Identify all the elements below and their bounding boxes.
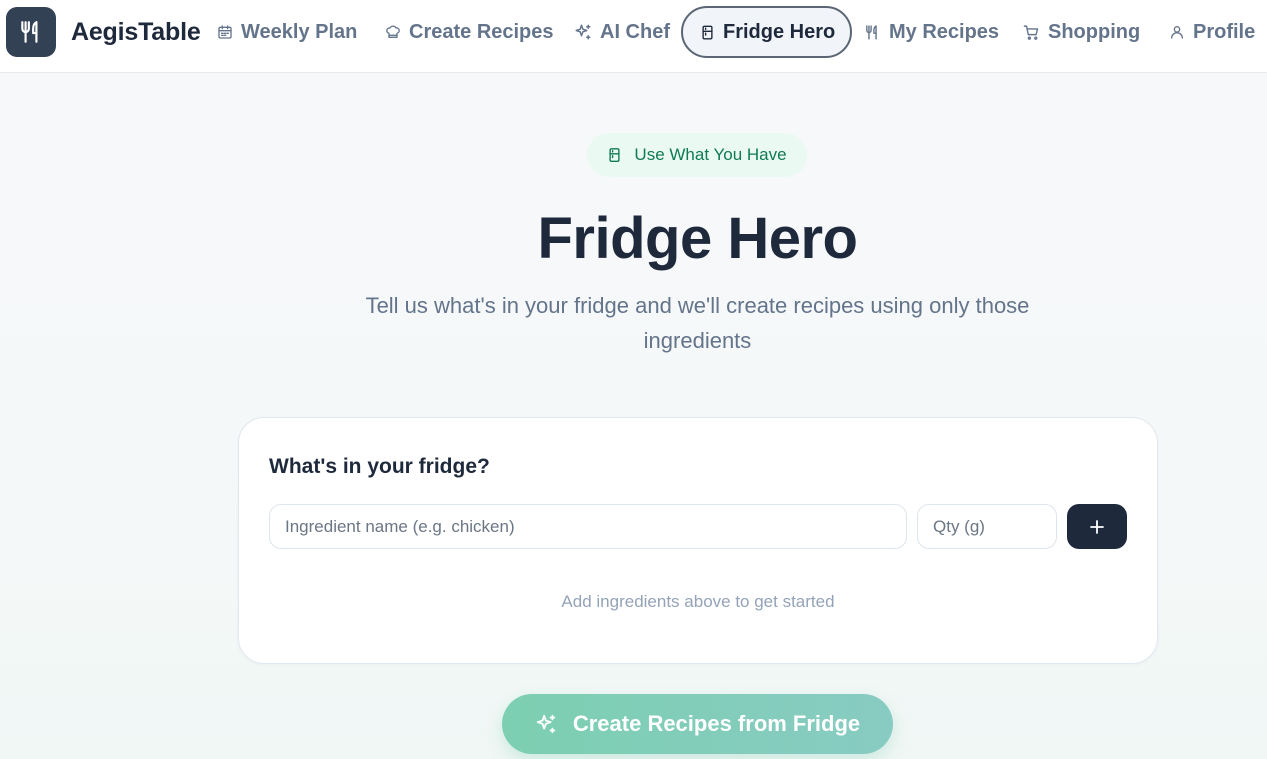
page-subtitle: Tell us what's in your fridge and we'll … (365, 293, 1030, 353)
nav-item-weekly-plan[interactable]: Weekly Plan (217, 6, 357, 58)
add-ingredient-button[interactable] (1067, 504, 1127, 549)
nav-item-label: Fridge Hero (723, 20, 836, 43)
page-title: Fridge Hero (537, 206, 859, 271)
nav-item-my-recipes[interactable]: My Recipes (864, 6, 999, 58)
fridge-ingredients-card: What's in your fridge? Add ingredients a… (238, 417, 1158, 664)
nav-item-label: Shopping (1048, 20, 1141, 43)
nav-item-label: Weekly Plan (241, 20, 358, 43)
nav-item-ai-chef[interactable]: AI Chef (574, 6, 670, 58)
fridge-icon (609, 148, 620, 162)
hero-badge-label: Use What You Have (634, 145, 787, 164)
hero-badge: Use What You Have (587, 133, 807, 177)
user-icon (1171, 26, 1183, 39)
fork-knife-icon (21, 21, 38, 43)
card-heading: What's in your fridge? (269, 455, 490, 478)
cart-icon (1023, 24, 1039, 40)
quantity-input[interactable] (917, 504, 1057, 549)
top-navigation: AegisTable Weekly Plan Create Recipes AI… (0, 0, 1267, 73)
nav-item-profile[interactable]: Profile (1169, 6, 1255, 58)
fork-knife-icon (866, 24, 877, 40)
calendar-icon (218, 25, 232, 39)
sparkles-icon (536, 714, 556, 734)
logo[interactable] (6, 7, 56, 57)
nav-item-create-recipes[interactable]: Create Recipes (385, 6, 554, 58)
ingredient-name-input[interactable] (269, 504, 907, 549)
nav-item-fridge-hero[interactable]: Fridge Hero (681, 6, 853, 58)
create-recipes-from-fridge-button[interactable]: Create Recipes from Fridge (502, 694, 893, 754)
empty-state-hint: Add ingredients above to get started (561, 592, 835, 611)
fridge-icon (702, 25, 713, 39)
nav-item-label: My Recipes (889, 20, 1000, 43)
plus-icon (1090, 519, 1104, 534)
brand-name[interactable]: AegisTable (71, 18, 201, 47)
cta-label: Create Recipes from Fridge (572, 711, 861, 736)
nav-item-label: AI Chef (600, 20, 670, 43)
sparkles-icon (575, 24, 591, 40)
nav-item-label: Create Recipes (409, 20, 554, 43)
nav-item-shopping[interactable]: Shopping (1023, 6, 1140, 58)
nav-item-label: Profile (1193, 20, 1256, 43)
chef-hat-icon (386, 25, 400, 38)
